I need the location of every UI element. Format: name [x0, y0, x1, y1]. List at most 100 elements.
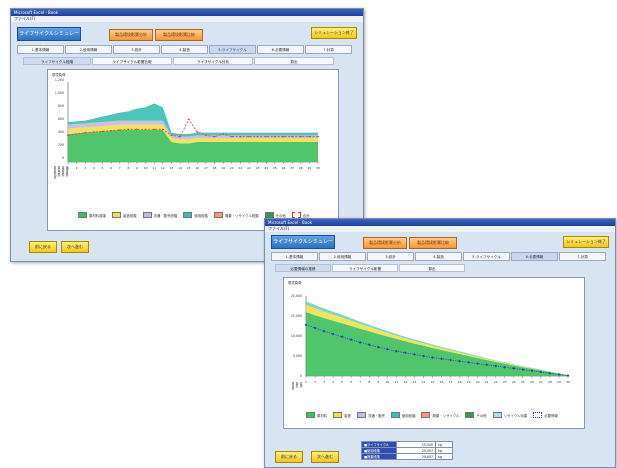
subtab-output[interactable]: 算出 — [254, 57, 334, 65]
x-tick-label: 16 — [440, 380, 444, 384]
x-tick-label: 17 — [449, 380, 453, 384]
tab-design[interactable]: 3.設計 — [367, 252, 414, 261]
lifecycle-simulation-button[interactable]: ライフサイクルシミュレーション — [271, 235, 335, 257]
x-tick-label: 27 — [539, 380, 543, 384]
impact-compare-button[interactable]: 製品環境影響比較 — [155, 29, 203, 41]
data-point — [153, 128, 156, 130]
data-point — [248, 136, 251, 138]
simulation-end-button[interactable]: シミュレーション終了 — [563, 236, 609, 248]
x-tick-label: 6 — [350, 380, 352, 384]
impact-analysis-button[interactable]: 製品環境影響分析 — [363, 237, 407, 249]
x-tick-label: 8 — [368, 380, 370, 384]
subtab-lifecycle-analysis[interactable]: ライフサイクル分析 — [173, 57, 253, 65]
impact-analysis-button[interactable]: 製品環境影響分析 — [109, 29, 153, 41]
x-tick-label: 4 — [332, 380, 334, 384]
menu-bar[interactable]: ファイル(F) — [265, 226, 615, 232]
impact-compare-button[interactable]: 製品環境影響比較 — [409, 237, 457, 249]
tab-lifecycle[interactable]: 5.ライフサイクル — [463, 252, 510, 261]
tab-usage[interactable]: 2.使用情報 — [65, 45, 112, 54]
x-tick-label: 26 — [530, 380, 534, 384]
legend-item: 廃棄・リサイクル — [421, 412, 459, 418]
x-tick-label: 26 — [282, 166, 286, 170]
data-row-label: 流通 — [299, 382, 302, 388]
x-tick-label: 2 — [76, 166, 78, 170]
legend-item: 廃棄・リサイクル段階 — [213, 212, 259, 218]
tab-usage[interactable]: 2.使用情報 — [319, 252, 366, 261]
x-tick-label: 29 — [307, 166, 311, 170]
data-row-label: 使用段階 — [65, 166, 68, 177]
data-point — [187, 118, 190, 120]
x-tick-label: 24 — [512, 380, 516, 384]
menu-bar[interactable]: ファイル(F) — [11, 16, 363, 22]
x-tick-label: 5 — [102, 166, 104, 170]
tab-calculate[interactable]: 7.計算 — [305, 45, 352, 54]
subtab-output[interactable]: 算出 — [399, 264, 465, 272]
x-tick-label: 22 — [494, 380, 498, 384]
window-titlebar: Microsoft Excel - Book — [265, 219, 615, 226]
tab-manufacture[interactable]: 4.製造 — [415, 252, 462, 261]
data-point — [239, 136, 242, 138]
summary-unit: kg — [435, 453, 453, 460]
next-button[interactable]: 次へ進む — [311, 451, 339, 463]
tab-required-info[interactable]: 6.必要情報 — [257, 45, 304, 54]
tab-design[interactable]: 3.設計 — [113, 45, 160, 54]
data-point — [222, 133, 225, 135]
x-tick-label: 7 — [359, 380, 361, 384]
summary-table: ■ライフサイクル 15,000 kg ■使用段階 20,007 kg ■廃棄段階… — [361, 441, 453, 460]
tab-basic[interactable]: 1.基本情報 — [17, 45, 64, 54]
data-point — [170, 134, 173, 136]
window-titlebar: Microsoft Excel - Book — [11, 9, 363, 16]
tab-manufacture[interactable]: 4.製造 — [161, 45, 208, 54]
summary-label: ■廃棄段階 — [361, 453, 397, 460]
lifecycle-simulation-button[interactable]: ライフサイクルシミュレーション — [17, 27, 81, 49]
tab-required-info[interactable]: 6.必要情報 — [511, 252, 558, 261]
data-point — [75, 133, 78, 135]
tab-basic[interactable]: 1.基本情報 — [271, 252, 318, 261]
x-tick-label: 13 — [412, 380, 416, 384]
subtab-lifecycle-impact[interactable]: ライフサイクル影響 — [332, 264, 398, 272]
x-tick-label: 16 — [195, 166, 199, 170]
data-point — [204, 134, 207, 136]
summary-value: 20,007 — [396, 453, 436, 460]
legend-item: 使用段階 — [390, 412, 415, 418]
simulation-end-button[interactable]: シミュレーション終了 — [311, 27, 357, 39]
x-tick-label: 15 — [187, 166, 191, 170]
sub-tabs: 必要情報の推移 ライフサイクル影響 算出 — [275, 264, 466, 272]
data-point — [179, 136, 182, 138]
x-tick-label: 22 — [247, 166, 251, 170]
x-tick-label: 17 — [204, 166, 208, 170]
data-point — [291, 136, 294, 138]
x-tick-label: 3 — [84, 166, 86, 170]
x-tick-label: 12 — [161, 166, 165, 170]
legend-item: その他 — [465, 412, 487, 418]
x-tick-label: 24 — [264, 166, 268, 170]
x-tick-label: 27 — [290, 166, 294, 170]
tab-calculate[interactable]: 7.計算 — [559, 252, 606, 261]
back-button[interactable]: 前に戻る — [275, 451, 303, 463]
x-tick-label: 9 — [136, 166, 138, 170]
x-tick-label: 21 — [238, 166, 242, 170]
tab-lifecycle[interactable]: 5.ライフサイクル — [209, 45, 256, 54]
x-tick-label: 23 — [256, 166, 260, 170]
data-point — [127, 128, 130, 130]
next-button[interactable]: 次へ進む — [61, 241, 89, 253]
data-point — [110, 130, 113, 132]
x-tick-label: 28 — [299, 166, 303, 170]
x-tick-label: 30 — [566, 380, 570, 384]
data-point — [144, 128, 147, 130]
subtab-required-trend[interactable]: 必要情報の推移 — [275, 264, 331, 272]
data-point — [84, 132, 87, 134]
x-tick-label: 13 — [170, 166, 174, 170]
main-tabs: 1.基本情報 2.使用情報 3.設計 4.製造 5.ライフサイクル 6.必要情報… — [17, 45, 353, 54]
back-button[interactable]: 前に戻る — [29, 241, 57, 253]
data-point — [92, 131, 95, 133]
x-tick-label: 23 — [503, 380, 507, 384]
subtab-lifecycle-stage[interactable]: ライフサイクル段階 — [23, 57, 91, 65]
data-point — [118, 129, 121, 131]
x-tick-label: 18 — [458, 380, 462, 384]
data-point — [196, 131, 199, 133]
lifecycle-area-chart: 1 2 3 4 5 6 7 8 9 10 11 12 13 14 15 16 17 18 19 20 21 22 23 24 2… — [67, 82, 320, 170]
x-tick-label: 12 — [403, 380, 407, 384]
subtab-impact-compare[interactable]: ライフサイクル影響比較 — [92, 57, 172, 65]
data-point — [256, 136, 259, 138]
